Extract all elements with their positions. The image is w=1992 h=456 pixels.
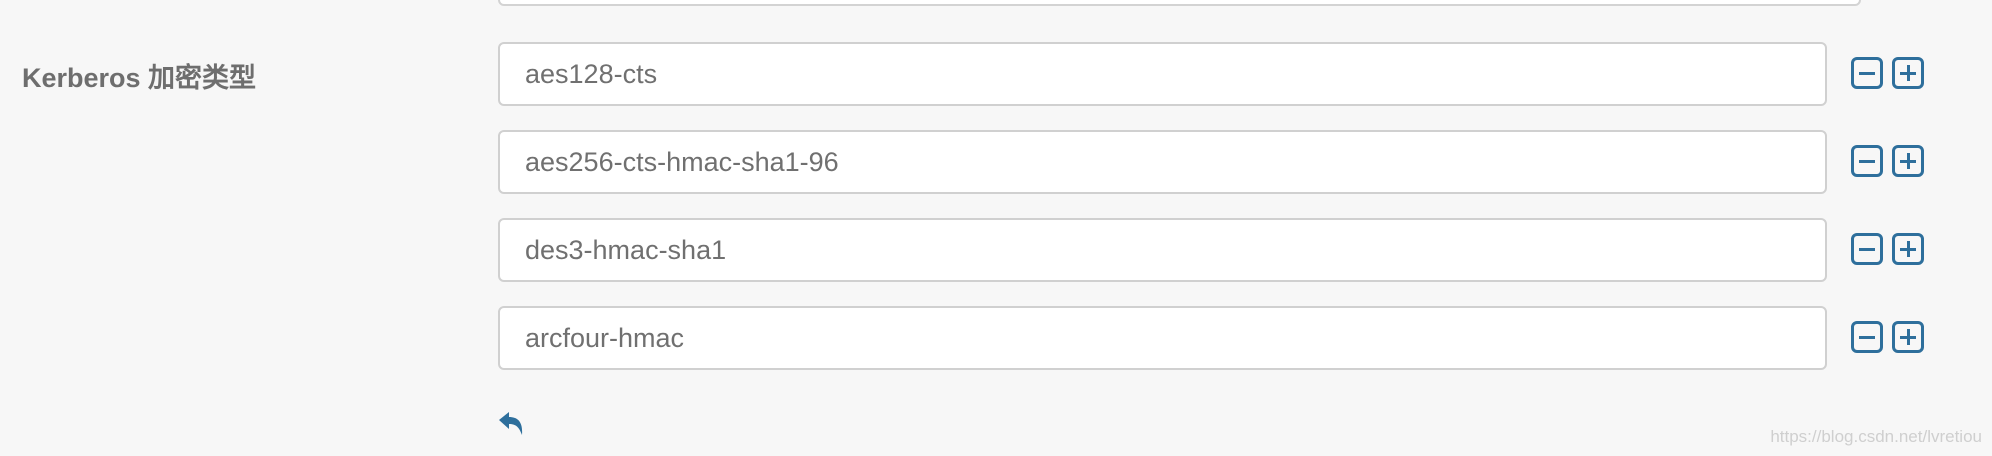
minus-square-icon [1859, 335, 1875, 339]
encryption-type-input[interactable] [498, 130, 1827, 194]
remove-row-button[interactable] [1851, 57, 1883, 89]
encryption-type-row [498, 130, 1928, 194]
add-row-button[interactable] [1892, 57, 1924, 89]
remove-row-button[interactable] [1851, 321, 1883, 353]
kerberos-encryption-types-label: Kerberos 加密类型 [22, 63, 257, 93]
remove-row-button[interactable] [1851, 145, 1883, 177]
undo-arrow-icon [499, 412, 523, 435]
encryption-type-input[interactable] [498, 218, 1827, 282]
undo-button[interactable] [498, 411, 526, 437]
add-row-button[interactable] [1892, 233, 1924, 265]
add-row-button[interactable] [1892, 145, 1924, 177]
previous-input-field[interactable] [498, 0, 1861, 6]
minus-square-icon [1859, 159, 1875, 163]
minus-square-icon [1859, 71, 1875, 75]
minus-square-icon [1859, 247, 1875, 251]
encryption-type-input[interactable] [498, 42, 1827, 106]
remove-row-button[interactable] [1851, 233, 1883, 265]
encryption-type-input[interactable] [498, 306, 1827, 370]
encryption-type-row [498, 306, 1928, 370]
add-row-button[interactable] [1892, 321, 1924, 353]
watermark: https://blog.csdn.net/lvretiou [1770, 427, 1982, 446]
encryption-type-row [498, 42, 1928, 106]
encryption-type-row [498, 218, 1928, 282]
form-section: Kerberos 加密类型 aes128-cts aes256-cts-hmac… [0, 0, 1992, 456]
